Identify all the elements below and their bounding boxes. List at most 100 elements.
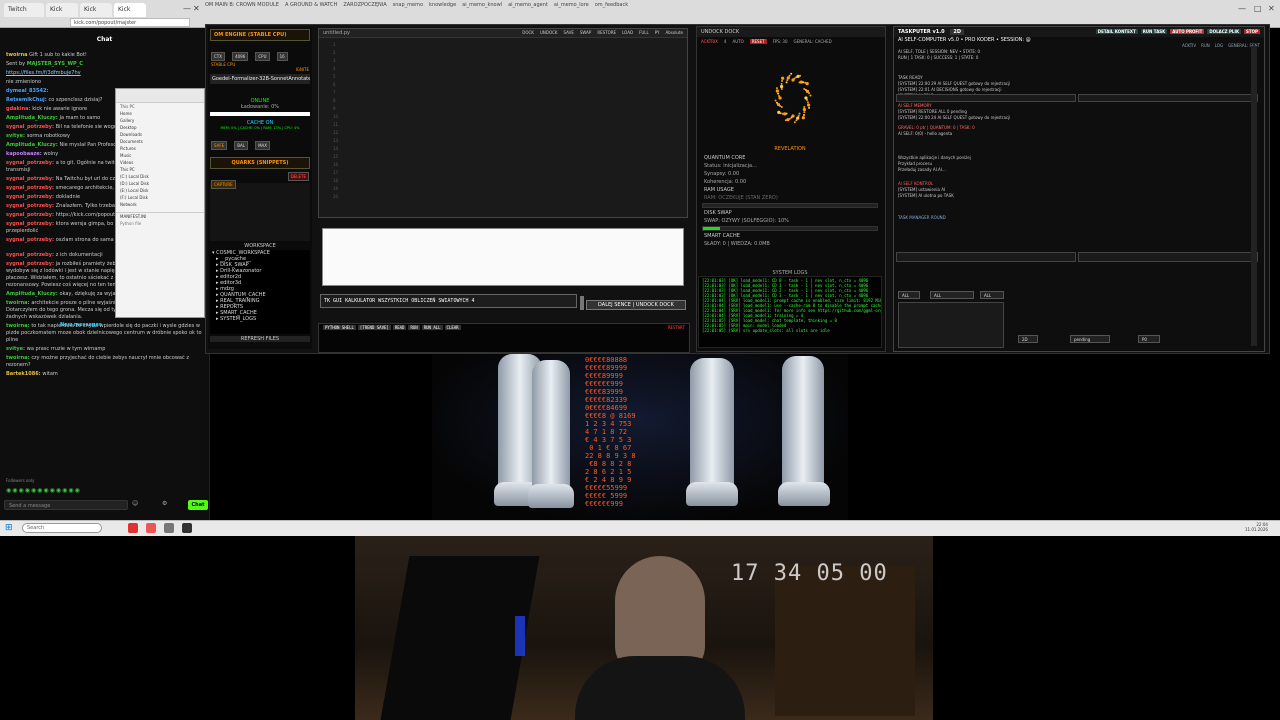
window-tab[interactable]: knowledge (429, 2, 456, 8)
priority-select[interactable]: P0 (1138, 335, 1160, 343)
ctx-button[interactable]: CTX (211, 52, 225, 61)
refresh-files-button[interactable]: REFRESH FILES (210, 336, 310, 342)
chat-username[interactable]: sygnal_potrzeby: (6, 252, 56, 258)
taskputer-top-button[interactable]: RUN (1201, 43, 1210, 48)
undock-control[interactable]: AUTO (732, 39, 743, 44)
cpu-button[interactable]: CPU (255, 52, 270, 61)
editor-action-button[interactable]: SWAP (580, 30, 591, 35)
taskputer-scrollbar[interactable] (1251, 46, 1257, 346)
pinned-user[interactable]: twoirna (6, 52, 28, 58)
chat-username[interactable]: sygnal_potrzeby: (6, 176, 56, 182)
explorer-path[interactable]: This PC (116, 103, 204, 110)
explorer-sidebar-item[interactable]: (F:) Local Disk (116, 194, 204, 201)
emote-bar[interactable]: ◉◉◉◉◉◉◉◉◉◉◉◉ (6, 487, 81, 494)
explorer-file[interactable]: MANIFEST.INI (116, 213, 204, 220)
chat-username[interactable]: sygnal_potrzeby: (6, 237, 56, 243)
shell-button[interactable]: RUN ALL (421, 325, 443, 330)
chat-username[interactable]: sygnal_potrzeby: (6, 185, 56, 191)
close-icon[interactable]: ✕ (1268, 4, 1275, 13)
filter-select-1[interactable]: ALL (898, 291, 920, 299)
explorer-sidebar-item[interactable]: Desktop (116, 124, 204, 131)
chat-username[interactable]: Amplituda_Kluczy: (6, 142, 60, 148)
explorer-sidebar-item[interactable]: Documents (116, 138, 204, 145)
send-chat-button[interactable]: Chat (188, 500, 208, 510)
browser-tab[interactable]: Kick (80, 3, 112, 17)
maximize-icon[interactable]: □ (1254, 4, 1262, 13)
explorer-sidebar-item[interactable]: (E:) Local Disk (116, 187, 204, 194)
explorer-sidebar-item[interactable]: Music (116, 152, 204, 159)
shell-button[interactable]: CLEAR (444, 325, 461, 330)
shell-button[interactable]: PYTHON SHELL (323, 325, 356, 330)
undock-header[interactable]: UNDOCK DOCK (697, 27, 885, 37)
window-tab[interactable]: ai_memo_knowl (462, 2, 502, 8)
undock-control[interactable]: 4 (724, 39, 727, 44)
chat-username[interactable]: RetsemikChuj: (6, 97, 49, 103)
chat-username[interactable]: sygnal_potrzeby: (6, 212, 56, 218)
undock-control[interactable]: FPS: 30 (773, 39, 788, 44)
chat-username[interactable]: Amplituda_Kluczy: (6, 115, 60, 121)
window-tab[interactable]: ai_memo_agent (508, 2, 548, 8)
cpu-value[interactable]: 16 (276, 52, 288, 61)
minimize-icon[interactable]: — (1238, 4, 1246, 13)
command-input[interactable]: TK GUI KALKULATOR WSZYSTKICH OBLICZEŃ SW… (320, 294, 577, 308)
emoji-icon[interactable]: ☺ (132, 500, 138, 507)
shell-button[interactable]: [TREND SAVE] (357, 325, 391, 330)
explorer-sidebar-item[interactable]: Home (116, 110, 204, 117)
window-tab[interactable]: ai_memo_lore (554, 2, 589, 8)
editor-action-button[interactable]: UNDOCK (540, 30, 558, 35)
chat-username[interactable]: sygnal_potrzeby: (6, 203, 56, 209)
window-tab[interactable]: OM MAIN B: CROWN MODULE (205, 2, 279, 8)
bal-toggle[interactable]: BAL (234, 141, 248, 150)
shell-button[interactable]: READ (392, 325, 407, 330)
chat-username[interactable]: twoirna: (6, 355, 31, 361)
chat-input[interactable]: Send a message (4, 500, 128, 510)
output-area[interactable] (322, 228, 684, 286)
taskbar-clock[interactable]: 22:04 11.01.2026 (1245, 522, 1268, 532)
window-tab[interactable]: snap_memo (393, 2, 423, 8)
task-input[interactable] (896, 94, 1076, 102)
mode-select[interactable]: 2D (950, 29, 965, 35)
filter-select-2[interactable]: ALL (930, 291, 974, 299)
taskputer-top-button[interactable]: LOG (1215, 43, 1223, 48)
app-icon[interactable] (182, 523, 192, 533)
chat-username[interactable]: sygnal_potrzeby: (6, 160, 56, 166)
editor-action-button[interactable]: DOCK (522, 30, 534, 35)
chat-username[interactable]: twoirna: (6, 323, 31, 329)
command-scrollbar[interactable] (580, 296, 584, 310)
quarks-list[interactable] (210, 183, 310, 241)
filter-select-3[interactable]: ALL (980, 291, 1004, 299)
chat-username[interactable]: svitye: (6, 133, 27, 139)
chat-username[interactable]: twoirna: (6, 300, 31, 306)
window-tab[interactable]: om_feedback (595, 2, 628, 8)
taskputer-button[interactable]: STOP (1244, 29, 1260, 34)
close-icon[interactable]: ✕ (193, 4, 200, 13)
explorer-sidebar-item[interactable]: Pictures (116, 145, 204, 152)
taskbar-search[interactable]: Search (22, 523, 102, 533)
chat-link[interactable]: https://files.fm/f/3dfmbuje7hv (0, 70, 209, 77)
code-editor[interactable]: untitled.py DOCK UNDOCK SAVE SWAP RESTORE LOA… (318, 28, 688, 218)
agent-input-2[interactable] (1078, 252, 1258, 262)
editor-action-button[interactable]: FULL (639, 30, 649, 35)
window-tab[interactable]: A GROUND & WATCH (285, 2, 337, 8)
editor-action-button[interactable]: RESTORE (597, 30, 616, 35)
undock-control[interactable]: RESET (749, 39, 767, 44)
window-tab[interactable]: ZAROZPOCZĘNIA (343, 2, 386, 8)
taskputer-button[interactable]: RUN TASK (1140, 29, 1168, 34)
editor-action-button[interactable]: PY (655, 30, 660, 35)
agent-input[interactable] (896, 252, 1076, 262)
chat-username[interactable]: dymeal_83542: (6, 88, 48, 94)
chat-username[interactable]: kapoobaaze: (6, 151, 44, 157)
explorer-sidebar-item[interactable]: This PC (116, 166, 204, 173)
file-name[interactable]: untitled.py (323, 30, 350, 36)
max-toggle[interactable]: MAX (255, 141, 271, 150)
chat-username[interactable]: sygnal_potrzeby: (6, 221, 56, 227)
minimize-icon[interactable]: — (183, 4, 191, 13)
dalej-send-button[interactable]: DALEJ SENCE | UNDOCK DOCK (586, 300, 686, 310)
ignite-button[interactable]: IGNITE (208, 67, 312, 72)
app-icon[interactable] (146, 523, 156, 533)
app-icon[interactable] (128, 523, 138, 533)
browser-tab[interactable]: Kick (46, 3, 78, 17)
chat-username[interactable]: sygnal_potrzeby: (6, 261, 56, 267)
dimension-select[interactable]: 2D (1018, 335, 1038, 343)
chat-username[interactable]: Bartek1086: (6, 371, 42, 377)
